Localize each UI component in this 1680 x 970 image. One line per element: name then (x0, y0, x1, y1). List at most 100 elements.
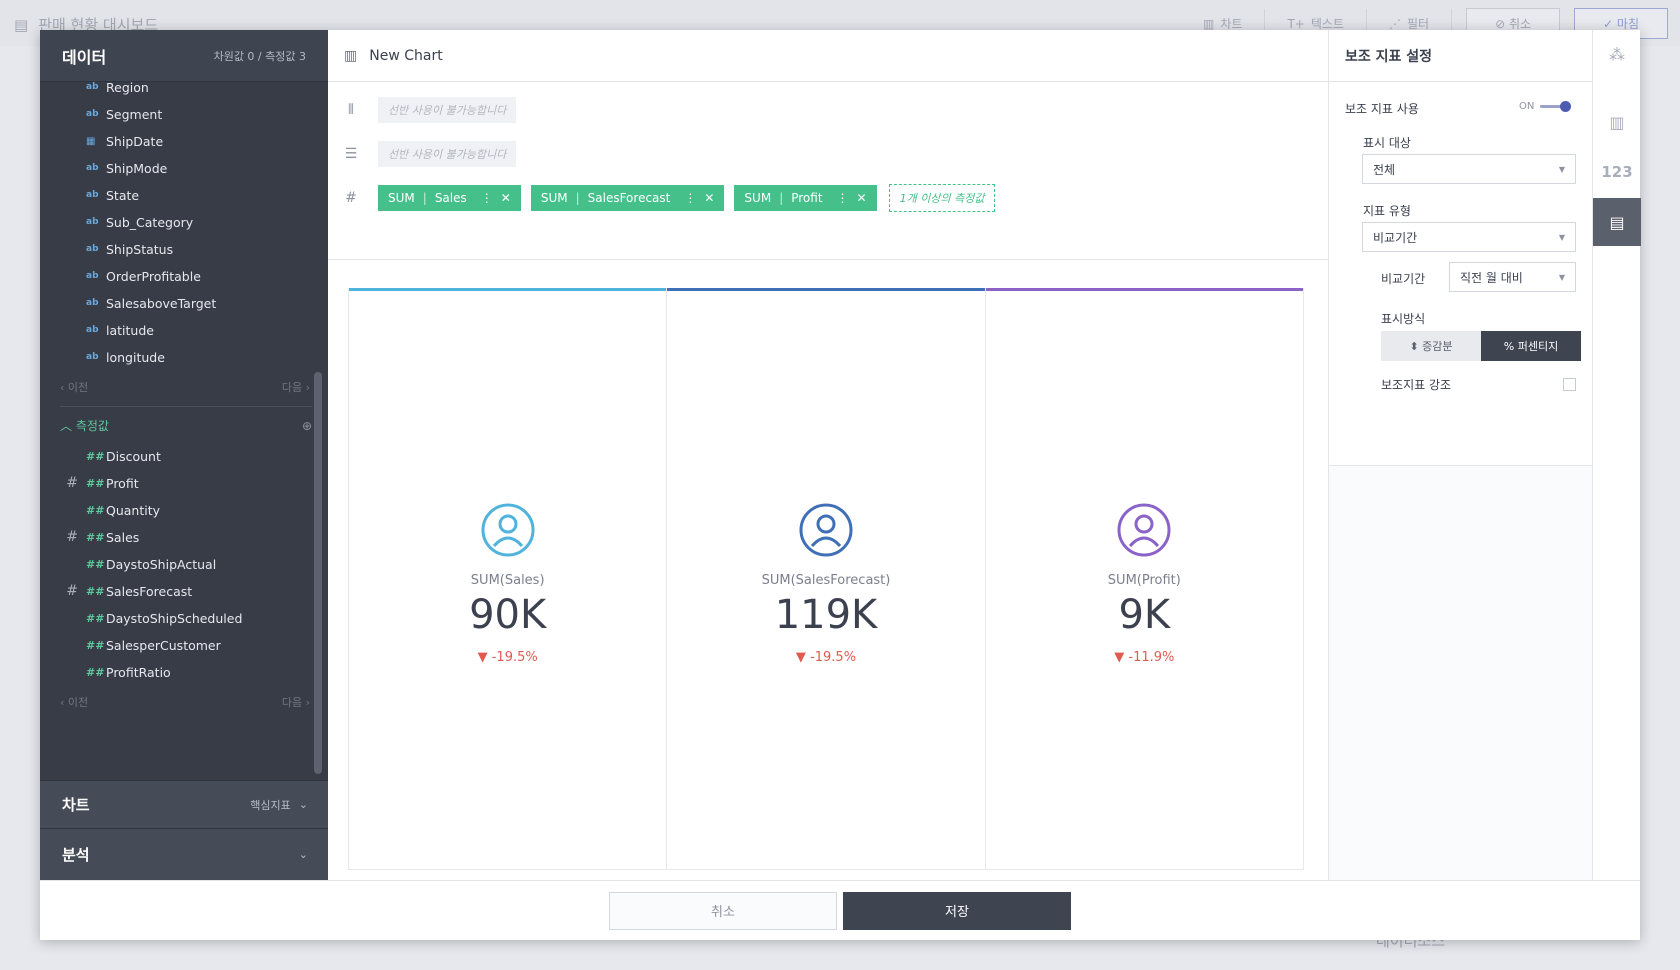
field-item[interactable]: ab Segment (40, 104, 310, 124)
kpi-card-sales: SUM(Sales) 90K ▼ -19.5% (349, 288, 668, 869)
number-type-icon: ## (86, 503, 105, 517)
secondary-toggle[interactable]: ON (1519, 101, 1572, 112)
side-tab-secondary-indicator[interactable]: ▤ (1593, 198, 1641, 246)
prev-page-button[interactable]: ‹ 이전 (60, 379, 88, 395)
chart-icon: ▥ (1203, 16, 1215, 31)
hash-icon: # (345, 190, 357, 206)
measures-header[interactable]: ︿ 측정값 ⊕ (60, 417, 312, 434)
prev-page-button[interactable]: ‹ 이전 (60, 694, 88, 710)
chart-header: ▥ New Chart (328, 30, 1328, 82)
string-type-icon: ab (86, 82, 99, 92)
percent-icon: % (1503, 339, 1515, 353)
field-item[interactable]: ▦ ShipDate (40, 131, 310, 151)
date-type-icon: ▦ (86, 135, 96, 147)
kpi-card-profit: SUM(Profit) 9K ▼ -11.9% (985, 288, 1303, 869)
measure-item[interactable]: ## Quantity (40, 500, 310, 520)
measure-item[interactable]: ## DaystoShipActual (40, 554, 310, 574)
kpi-cards: SUM(Sales) 90K ▼ -19.5% SUM(SalesForecas… (348, 288, 1304, 870)
type-label: 지표 유형 (1363, 204, 1411, 218)
number-type-icon: ## (86, 530, 105, 544)
row-shelf-icon: ☰ (344, 146, 358, 162)
down-triangle-icon: ▼ (795, 650, 806, 665)
close-icon[interactable]: ✕ (704, 191, 714, 205)
chart-area: ▥ New Chart ⦀ 선반 사용이 불가능합니다 ☰ 선반 사용이 불가능… (328, 30, 1328, 880)
more-icon[interactable]: ⋮ (837, 191, 849, 205)
dashboard-icon: ▤ (14, 15, 29, 34)
kpi-value: 9K (1118, 592, 1171, 638)
sort-icon: ⬍ (1409, 339, 1419, 353)
kpi-label: SUM(Profit) (1107, 573, 1181, 588)
increment-option[interactable]: ⬍ 증감분 (1381, 331, 1481, 361)
type-select[interactable]: 비교기간 ▼ (1362, 222, 1576, 252)
string-type-icon: ab (86, 217, 99, 227)
save-button[interactable]: 저장 (843, 891, 1071, 930)
emphasis-label: 보조지표 강조 (1381, 378, 1452, 392)
measure-pill-salesforecast[interactable]: SUM | SalesForecast ⋮ ✕ (530, 185, 725, 211)
measure-pill-sales[interactable]: SUM | Sales ⋮ ✕ (378, 185, 521, 211)
user-icon (799, 503, 853, 557)
next-page-button[interactable]: 다음 › (282, 694, 310, 710)
dimension-pager: ‹ 이전 다음 › (60, 379, 310, 395)
close-icon[interactable]: ✕ (501, 191, 511, 205)
measure-shelf: # SUM | Sales ⋮ ✕ SUM | SalesForecast ⋮ ✕ SUM | Pr… (328, 176, 1328, 220)
display-label: 표시방식 (1381, 312, 1426, 326)
period-select[interactable]: 직전 월 대비 ▼ (1449, 262, 1576, 292)
filter-icon: ⋰ (1388, 16, 1401, 31)
kpi-label: SUM(SalesForecast) (761, 573, 891, 588)
chart-type-label: 핵심지표 (250, 798, 291, 812)
measure-item[interactable]: ## ProfitRatio (40, 662, 310, 682)
close-icon[interactable]: ✕ (857, 191, 867, 205)
data-panel-title: 데이터 (62, 47, 107, 67)
cancel-button[interactable]: 취소 (609, 891, 837, 930)
add-measure-dropzone[interactable]: 1개 이상의 측정값 (888, 184, 996, 212)
emphasis-checkbox[interactable] (1563, 378, 1576, 391)
percentage-option[interactable]: % 퍼센티지 (1481, 331, 1581, 361)
measure-item[interactable]: ## DaystoShipScheduled (40, 608, 310, 628)
add-measure-icon[interactable]: ⊕ (302, 419, 312, 433)
more-icon[interactable]: ⋮ (684, 191, 696, 205)
dropdown-arrow-icon: ▼ (1558, 272, 1565, 282)
measure-item[interactable]: ## Discount (40, 446, 310, 466)
column-shelf-placeholder: 선반 사용이 불가능합니다 (378, 97, 517, 123)
kpi-value: 90K (469, 592, 547, 638)
chart-section-header[interactable]: 차트 핵심지표 ⌄ (40, 780, 328, 828)
field-item[interactable]: ab OrderProfitable (40, 266, 310, 286)
side-tab-filter[interactable]: ⁂ (1593, 30, 1641, 78)
number-type-icon: ## (86, 449, 105, 463)
pin-icon: # (66, 583, 78, 599)
field-list-scrollbar[interactable] (314, 372, 322, 774)
side-tab-chart-props[interactable]: ▥ (1593, 98, 1641, 146)
number-type-icon: ## (86, 665, 105, 679)
panel-body: 보조 지표 사용 ON 표시 대상 전체 ▼ 지표 유형 비교기간 ▼ 비교기간 직… (1329, 82, 1593, 466)
measure-item[interactable]: # ## Profit (40, 473, 310, 493)
chart-editor-modal: 데이터 차원값 0 / 측정값 3 ab Region ab Segment ▦ Sh… (40, 30, 1641, 940)
measure-item[interactable]: # ## SalesForecast (40, 581, 310, 601)
field-item[interactable]: ab ShipMode (40, 158, 310, 178)
string-type-icon: ab (86, 325, 99, 335)
number-type-icon: ## (86, 611, 105, 625)
field-item[interactable]: ab longitude (40, 347, 310, 367)
field-item[interactable]: ab Region (40, 82, 310, 97)
field-item[interactable]: ab SalesaboveTarget (40, 293, 310, 313)
comment-icon: ▤ (1609, 212, 1625, 232)
string-type-icon: ab (86, 271, 99, 281)
row-shelf: ☰ 선반 사용이 불가능합니다 (328, 132, 1328, 176)
next-page-button[interactable]: 다음 › (282, 379, 310, 395)
analysis-section-header[interactable]: 분석 ⌄ (40, 828, 328, 880)
column-shelf: ⦀ 선반 사용이 불가능합니다 (328, 88, 1328, 132)
field-item[interactable]: ab Sub_Category (40, 212, 310, 232)
bar-chart-icon: ▥ (1609, 112, 1625, 132)
field-item[interactable]: ab ShipStatus (40, 239, 310, 259)
field-item[interactable]: ab State (40, 185, 310, 205)
target-select[interactable]: 전체 ▼ (1362, 154, 1576, 184)
measure-item[interactable]: # ## Sales (40, 527, 310, 547)
chart-title[interactable]: New Chart (369, 48, 442, 64)
measure-item[interactable]: ## SalesperCustomer (40, 635, 310, 655)
text-icon: T+ (1287, 16, 1305, 31)
display-mode-toggle: ⬍ 증감분 % 퍼센티지 (1381, 331, 1581, 361)
side-tab-number-format[interactable]: 123 (1593, 148, 1641, 196)
measure-pill-profit[interactable]: SUM | Profit ⋮ ✕ (734, 185, 877, 211)
field-item[interactable]: ab latitude (40, 320, 310, 340)
pin-icon: # (66, 529, 78, 545)
more-icon[interactable]: ⋮ (481, 191, 493, 205)
